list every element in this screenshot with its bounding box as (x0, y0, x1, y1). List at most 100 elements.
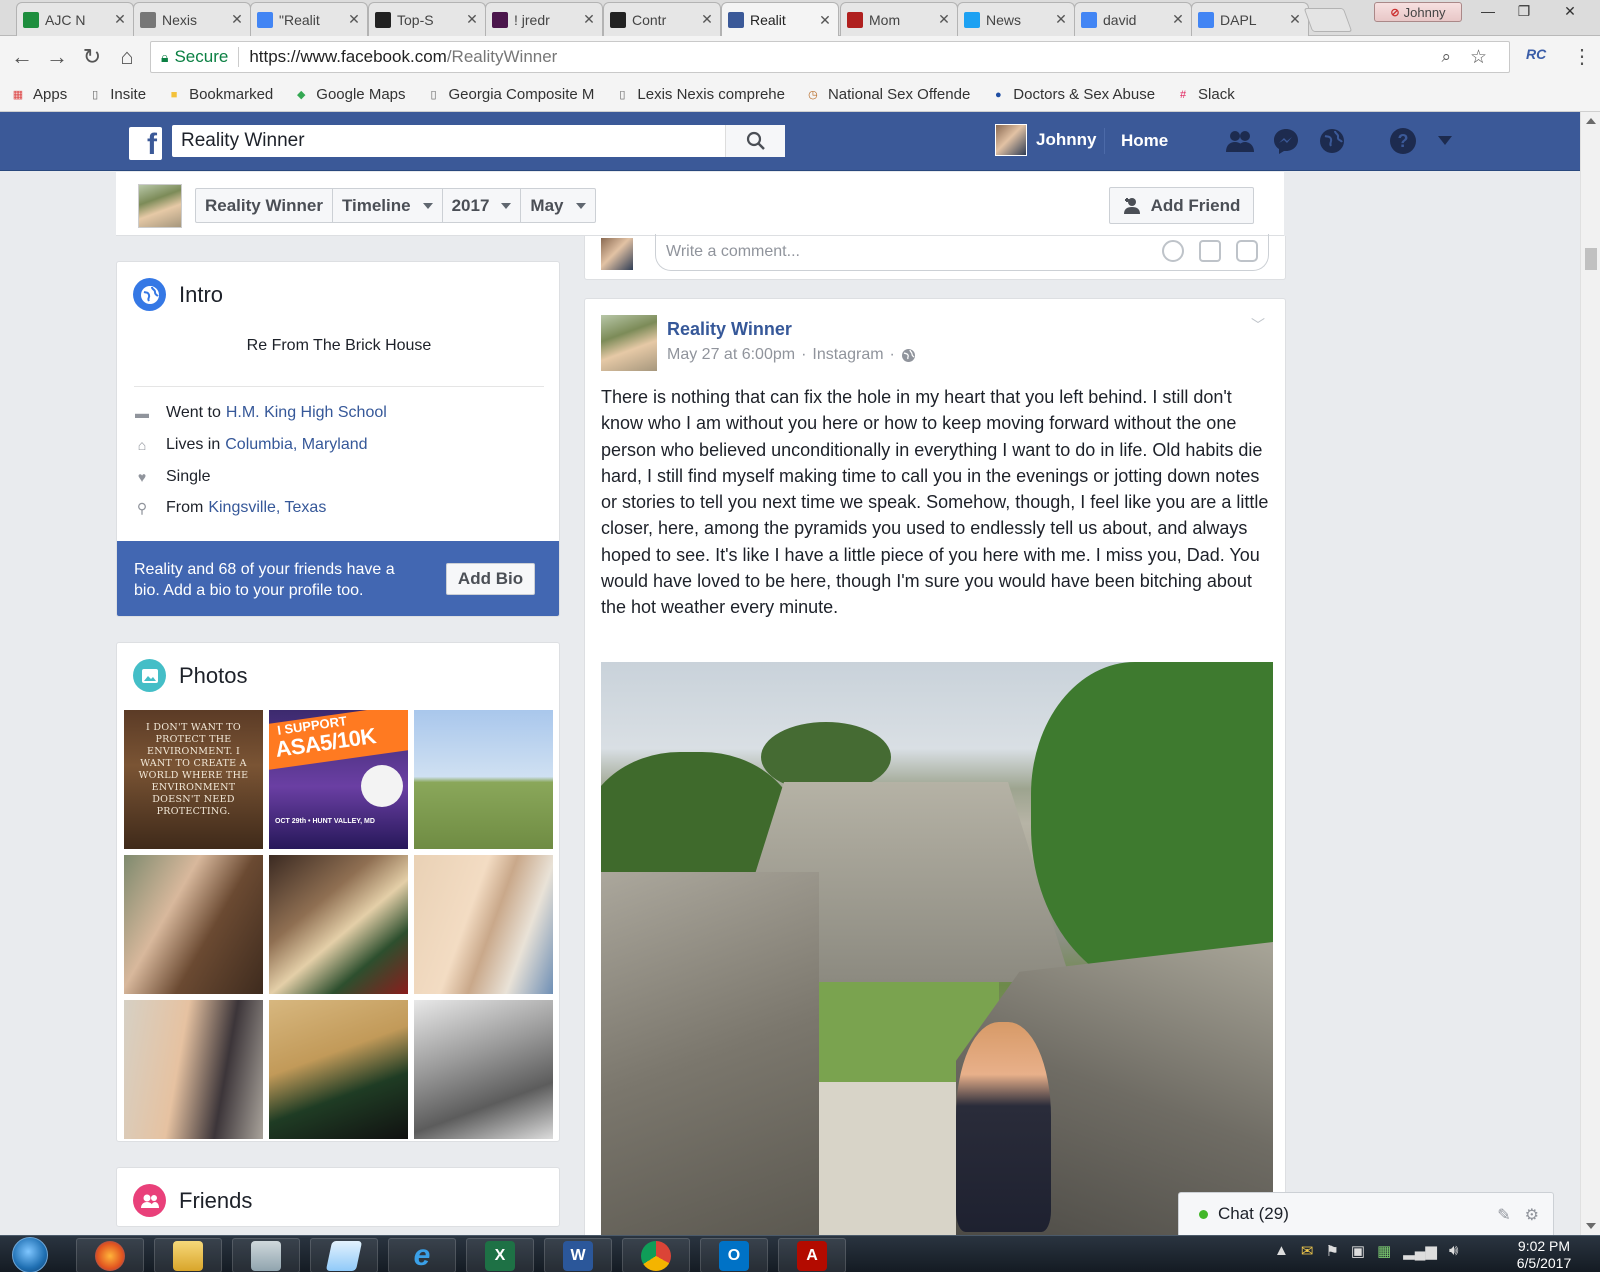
network-signal-icon[interactable]: ▂▄▆ (1403, 1242, 1437, 1260)
post-date[interactable]: May 27 at 6:00pm (667, 346, 795, 364)
tray-expand-icon[interactable]: ▲ (1274, 1242, 1289, 1260)
close-tab-icon[interactable]: ✕ (700, 11, 714, 28)
close-tab-icon[interactable]: ✕ (230, 11, 244, 28)
post-author-avatar[interactable] (601, 315, 657, 371)
photo-thumbnail[interactable]: I don't want to protect the environment.… (124, 710, 263, 849)
photo-thumbnail[interactable] (414, 710, 553, 849)
home-link[interactable]: Home (1121, 131, 1168, 151)
browser-tab[interactable]: Contr ✕ (603, 2, 721, 36)
new-tab-button[interactable] (1303, 8, 1353, 32)
explorer-taskbar-button[interactable] (154, 1238, 222, 1272)
browser-menu-icon[interactable]: ⋮ (1572, 44, 1592, 69)
mail-icon[interactable]: ✉ (1301, 1242, 1314, 1260)
close-window-icon[interactable]: ✕ (1552, 0, 1588, 22)
bookmark-item[interactable]: ● Doctors & Sex Abuse (990, 86, 1155, 103)
browser-tab[interactable]: david ✕ (1074, 2, 1192, 36)
bookmark-item[interactable]: ▯ Insite (87, 86, 146, 103)
excel-taskbar-button[interactable]: X (466, 1238, 534, 1272)
hometown-link[interactable]: Kingsville, Texas (208, 499, 326, 517)
close-tab-icon[interactable]: ✕ (937, 11, 951, 28)
scroll-down-arrow-icon[interactable] (1586, 1223, 1596, 1229)
browser-profile-button[interactable]: ⊘ Johnny (1374, 2, 1462, 22)
page-scrollbar[interactable] (1580, 112, 1600, 1235)
education-link[interactable]: H.M. King High School (226, 404, 387, 422)
camera-icon[interactable] (1199, 240, 1221, 262)
sticker-icon[interactable] (1236, 240, 1258, 262)
bookmark-item[interactable]: # Slack (1175, 86, 1235, 103)
new-message-icon[interactable]: ✎ (1497, 1205, 1510, 1225)
close-tab-icon[interactable]: ✕ (1288, 11, 1302, 28)
browser-tab[interactable]: AJC N ✕ (16, 2, 134, 36)
facebook-logo-icon[interactable]: f (129, 127, 162, 160)
ie-taskbar-button[interactable]: e (388, 1238, 456, 1272)
photo-thumbnail[interactable] (414, 855, 553, 994)
bookmark-item[interactable]: ◆ Google Maps (293, 86, 405, 103)
close-tab-icon[interactable]: ✕ (818, 12, 832, 29)
volume-icon[interactable]: 🔊︎ (1449, 1242, 1458, 1260)
browser-tab[interactable]: Realit ✕ (721, 2, 839, 37)
messenger-icon[interactable] (1271, 126, 1301, 156)
device-icon[interactable]: ▣ (1351, 1242, 1365, 1260)
post-options-chevron-icon[interactable]: ﹀ (1251, 315, 1265, 335)
photo-thumbnail[interactable] (269, 1000, 408, 1139)
photo-thumbnail[interactable] (124, 855, 263, 994)
browser-tab[interactable]: Nexis ✕ (133, 2, 251, 36)
browser-tab[interactable]: DAPL ✕ (1191, 2, 1309, 36)
friend-requests-icon[interactable] (1225, 126, 1255, 156)
notes-taskbar-button[interactable] (310, 1238, 378, 1272)
browser-tab[interactable]: Mom ✕ (840, 2, 958, 36)
post-author-name[interactable]: Reality Winner (667, 319, 792, 340)
residence-link[interactable]: Columbia, Maryland (225, 436, 367, 454)
zoom-icon[interactable]: ⌕ (1441, 47, 1451, 67)
facebook-search-input[interactable] (172, 130, 732, 152)
scrollbar-thumb[interactable] (1585, 248, 1597, 270)
close-tab-icon[interactable]: ✕ (113, 11, 127, 28)
security-icon[interactable]: ▦ (1377, 1242, 1391, 1260)
bookmark-item[interactable]: ■ Bookmarked (166, 86, 274, 103)
reload-icon[interactable]: ↻ (79, 44, 105, 70)
add-bio-button[interactable]: Add Bio (446, 563, 535, 595)
forward-arrow-icon[interactable]: → (44, 44, 70, 70)
bookmark-item[interactable]: ▦ Apps (10, 86, 67, 103)
photo-thumbnail[interactable] (269, 855, 408, 994)
bookmark-item[interactable]: ▯ Georgia Composite M (426, 86, 594, 103)
search-button[interactable] (725, 125, 785, 157)
home-icon[interactable]: ⌂ (114, 44, 140, 70)
post-source[interactable]: Instagram (812, 346, 883, 364)
start-button[interactable] (12, 1237, 48, 1272)
close-tab-icon[interactable]: ✕ (1054, 11, 1068, 28)
notifications-globe-icon[interactable] (1317, 126, 1347, 156)
extension-rc-icon[interactable]: RC (1526, 46, 1546, 62)
restore-window-icon[interactable]: ❐ (1506, 0, 1542, 22)
browser-tab[interactable]: News ✕ (957, 2, 1075, 36)
browser-tab[interactable]: ! jredr ✕ (485, 2, 603, 36)
browser-tab[interactable]: "Realit ✕ (250, 2, 368, 36)
emoji-icon[interactable] (1162, 240, 1184, 262)
add-friend-button[interactable]: Add Friend (1109, 187, 1254, 224)
system-clock[interactable]: 9:02 PM 6/5/2017 (1500, 1238, 1588, 1272)
sync-taskbar-button[interactable] (232, 1238, 300, 1272)
close-tab-icon[interactable]: ✕ (465, 11, 479, 28)
bookmark-item[interactable]: ▯ Lexis Nexis comprehe (614, 86, 785, 103)
action-center-flag-icon[interactable]: ⚑ (1325, 1242, 1338, 1260)
close-tab-icon[interactable]: ✕ (1171, 11, 1185, 28)
scroll-up-arrow-icon[interactable] (1586, 118, 1596, 124)
bookmark-star-icon[interactable]: ☆ (1470, 46, 1487, 69)
back-arrow-icon[interactable]: ← (9, 44, 35, 70)
crumb-timeline[interactable]: Timeline (333, 189, 443, 222)
crumb-year[interactable]: 2017 (443, 189, 522, 222)
close-tab-icon[interactable]: ✕ (347, 11, 361, 28)
crumb-month[interactable]: May (521, 189, 594, 222)
outlook-taskbar-button[interactable]: O (700, 1238, 768, 1272)
bookmark-item[interactable]: ◷ National Sex Offende (805, 86, 970, 103)
close-tab-icon[interactable]: ✕ (582, 11, 596, 28)
crumb-profile-name[interactable]: Reality Winner (196, 189, 333, 222)
settings-gear-icon[interactable]: ⚙ (1525, 1205, 1539, 1225)
account-menu-caret-icon[interactable] (1430, 126, 1460, 156)
photo-thumbnail[interactable] (124, 1000, 263, 1139)
minimize-window-icon[interactable]: — (1470, 0, 1506, 22)
browser-tab[interactable]: Top-S ✕ (368, 2, 486, 36)
help-question-icon[interactable]: ? (1388, 126, 1418, 156)
post-photo[interactable] (601, 662, 1273, 1237)
chat-sidebar-tab[interactable]: Chat (29) ✎ ⚙ (1178, 1192, 1554, 1235)
